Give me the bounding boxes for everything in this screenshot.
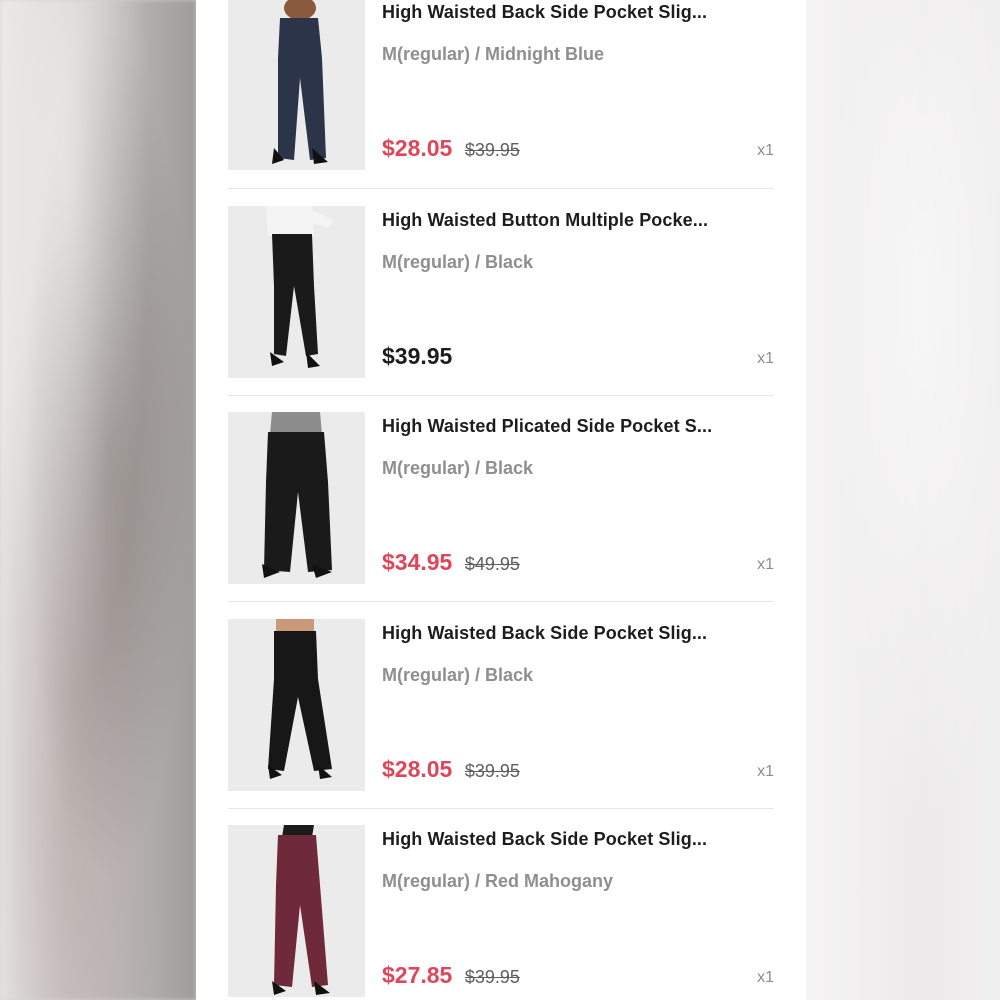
original-price: $39.95	[464, 967, 520, 987]
original-price: $39.95	[464, 761, 520, 781]
quantity-label: x1	[757, 969, 774, 986]
blurred-background-right	[806, 0, 1000, 1000]
price-row: $27.85 $39.95	[382, 962, 520, 989]
product-variant: M(regular) / Red Mahogany	[382, 871, 614, 891]
product-variant: M(regular) / Black	[382, 252, 534, 272]
cart-item[interactable]: High Waisted Plicated Side Pocket S... M…	[228, 412, 774, 602]
cart-item[interactable]: High Waisted Back Side Pocket Slig... M(…	[228, 0, 774, 188]
item-divider	[228, 188, 774, 189]
quantity-label: x1	[757, 142, 774, 159]
screen: High Waisted Back Side Pocket Slig... M(…	[0, 0, 1000, 1000]
sale-price: $28.05	[382, 135, 453, 161]
quantity-label: x1	[757, 763, 774, 780]
product-title[interactable]: High Waisted Plicated Side Pocket S...	[382, 416, 774, 437]
product-image[interactable]	[228, 619, 365, 791]
original-price: $39.95	[464, 140, 520, 160]
product-photo-pants	[228, 412, 365, 584]
product-photo-pants	[228, 619, 365, 791]
item-divider	[228, 395, 774, 396]
cart-item[interactable]: High Waisted Back Side Pocket Slig... M(…	[228, 825, 774, 1000]
price-row: $34.95 $49.95	[382, 549, 520, 576]
blurred-background-left	[0, 0, 196, 1000]
product-image[interactable]	[228, 825, 365, 997]
product-image[interactable]	[228, 412, 365, 584]
product-variant: M(regular) / Midnight Blue	[382, 44, 604, 64]
product-image[interactable]	[228, 206, 365, 378]
cart-item-list[interactable]: High Waisted Back Side Pocket Slig... M(…	[196, 0, 806, 1000]
product-variant: M(regular) / Black	[382, 665, 534, 685]
quantity-label: x1	[757, 350, 774, 367]
sale-price: $28.05	[382, 756, 453, 782]
product-title[interactable]: High Waisted Button Multiple Pocke...	[382, 210, 774, 231]
product-title[interactable]: High Waisted Back Side Pocket Slig...	[382, 829, 774, 850]
item-divider	[228, 808, 774, 809]
product-variant: M(regular) / Black	[382, 458, 534, 478]
item-divider	[228, 601, 774, 602]
cart-item[interactable]: High Waisted Back Side Pocket Slig... M(…	[228, 619, 774, 809]
product-title[interactable]: High Waisted Back Side Pocket Slig...	[382, 623, 774, 644]
cart-item[interactable]: High Waisted Button Multiple Pocke... M(…	[228, 206, 774, 396]
sale-price: $27.85	[382, 962, 453, 988]
price-row: $39.95	[382, 343, 452, 370]
quantity-label: x1	[757, 556, 774, 573]
price-row: $28.05 $39.95	[382, 135, 520, 162]
product-image[interactable]	[228, 0, 365, 170]
sale-price: $34.95	[382, 549, 453, 575]
price: $39.95	[382, 343, 453, 369]
product-photo-pants	[228, 206, 365, 378]
price-row: $28.05 $39.95	[382, 756, 520, 783]
product-photo-pants	[228, 825, 365, 997]
product-title[interactable]: High Waisted Back Side Pocket Slig...	[382, 2, 774, 23]
original-price: $49.95	[464, 554, 520, 574]
product-photo-pants	[228, 0, 365, 170]
